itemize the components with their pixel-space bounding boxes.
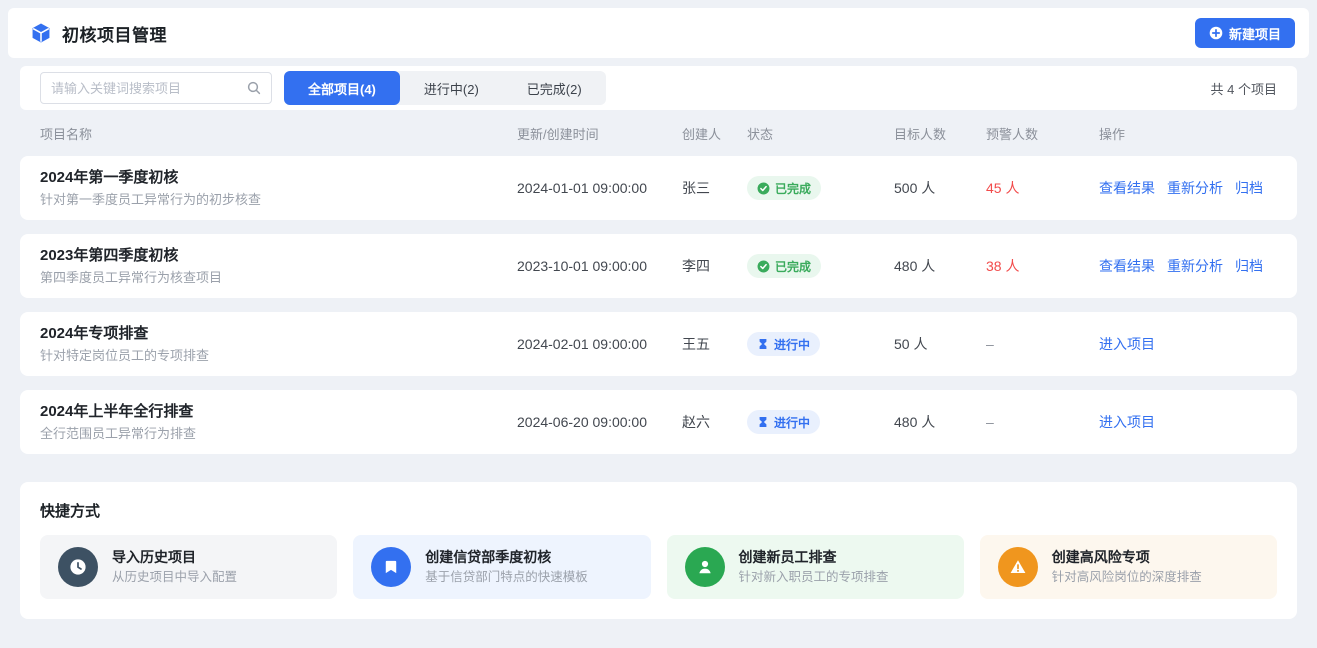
table-row: 2023年第四季度初核 第四季度员工异常行为核查项目 2023-10-01 09… bbox=[20, 234, 1297, 298]
table-row: 2024年第一季度初核 针对第一季度员工异常行为的初步核查 2024-01-01… bbox=[20, 156, 1297, 220]
target-count: 50 人 bbox=[894, 334, 986, 354]
tab-completed[interactable]: 已完成(2) bbox=[503, 71, 606, 105]
status-badge: 进行中 bbox=[747, 410, 820, 434]
col-header-actions: 操作 bbox=[1099, 124, 1277, 143]
page-header: 初核项目管理 新建项目 bbox=[8, 8, 1309, 58]
search-icon[interactable] bbox=[247, 81, 261, 95]
reanalyze-link[interactable]: 重新分析 bbox=[1167, 256, 1223, 276]
shortcuts-title: 快捷方式 bbox=[40, 500, 1277, 521]
warning-count: – bbox=[986, 336, 1099, 352]
cube-logo-icon bbox=[30, 22, 52, 44]
new-project-button[interactable]: 新建项目 bbox=[1195, 18, 1295, 48]
shortcut-high-risk-special[interactable]: 创建高风险专项 针对高风险岗位的深度排查 bbox=[980, 535, 1277, 599]
project-creator: 张三 bbox=[682, 178, 747, 198]
project-desc: 针对特定岗位员工的专项排查 bbox=[40, 346, 517, 366]
plus-circle-icon bbox=[1209, 26, 1223, 40]
project-desc: 全行范围员工异常行为排查 bbox=[40, 424, 517, 444]
project-name: 2024年专项排查 bbox=[40, 323, 517, 346]
status-badge: 已完成 bbox=[747, 254, 821, 278]
table-row: 2024年专项排查 针对特定岗位员工的专项排查 2024-02-01 09:00… bbox=[20, 312, 1297, 376]
total-count: 共 4 个项目 bbox=[1211, 79, 1277, 98]
view-results-link[interactable]: 查看结果 bbox=[1099, 256, 1155, 276]
enter-project-link[interactable]: 进入项目 bbox=[1099, 334, 1155, 354]
shortcut-title: 创建信贷部季度初核 bbox=[425, 547, 588, 568]
shortcut-import-history[interactable]: 导入历史项目 从历史项目中导入配置 bbox=[40, 535, 337, 599]
col-header-time: 更新/创建时间 bbox=[517, 124, 682, 143]
shortcut-title: 创建新员工排查 bbox=[739, 547, 889, 568]
user-icon bbox=[685, 547, 725, 587]
check-circle-icon bbox=[757, 260, 770, 273]
table-header: 项目名称 更新/创建时间 创建人 状态 目标人数 预警人数 操作 bbox=[20, 110, 1297, 156]
enter-project-link[interactable]: 进入项目 bbox=[1099, 412, 1155, 432]
shortcut-desc: 从历史项目中导入配置 bbox=[112, 568, 237, 587]
archive-link[interactable]: 归档 bbox=[1235, 256, 1263, 276]
shortcut-desc: 针对高风险岗位的深度排查 bbox=[1052, 568, 1202, 587]
col-header-project-name: 项目名称 bbox=[40, 124, 517, 143]
search-input[interactable] bbox=[51, 81, 247, 96]
shortcut-new-employee-screening[interactable]: 创建新员工排查 针对新入职员工的专项排查 bbox=[667, 535, 964, 599]
tab-in-progress[interactable]: 进行中(2) bbox=[400, 71, 503, 105]
search-box bbox=[40, 72, 272, 104]
hourglass-icon bbox=[757, 416, 769, 428]
reanalyze-link[interactable]: 重新分析 bbox=[1167, 178, 1223, 198]
col-header-warning: 预警人数 bbox=[986, 124, 1099, 143]
project-time: 2024-02-01 09:00:00 bbox=[517, 336, 682, 352]
project-name: 2024年上半年全行排查 bbox=[40, 401, 517, 424]
shortcut-credit-dept-review[interactable]: 创建信贷部季度初核 基于信贷部门特点的快速模板 bbox=[353, 535, 650, 599]
warning-count: 45 人 bbox=[986, 178, 1099, 198]
project-creator: 王五 bbox=[682, 334, 747, 354]
bookmark-icon bbox=[371, 547, 411, 587]
col-header-creator: 创建人 bbox=[682, 124, 747, 143]
page-title: 初核项目管理 bbox=[62, 21, 167, 46]
project-filter-tabs: 全部项目(4) 进行中(2) 已完成(2) bbox=[284, 71, 606, 105]
project-desc: 第四季度员工异常行为核查项目 bbox=[40, 268, 517, 288]
warning-icon bbox=[998, 547, 1038, 587]
project-name: 2024年第一季度初核 bbox=[40, 167, 517, 190]
project-time: 2024-06-20 09:00:00 bbox=[517, 414, 682, 430]
shortcut-title: 创建高风险专项 bbox=[1052, 547, 1202, 568]
archive-link[interactable]: 归档 bbox=[1235, 178, 1263, 198]
target-count: 480 人 bbox=[894, 256, 986, 276]
shortcuts-section: 快捷方式 导入历史项目 从历史项目中导入配置 创建信贷部季度初核 bbox=[20, 482, 1297, 619]
target-count: 500 人 bbox=[894, 178, 986, 198]
target-count: 480 人 bbox=[894, 412, 986, 432]
project-creator: 赵六 bbox=[682, 412, 747, 432]
warning-count: – bbox=[986, 414, 1099, 430]
status-badge: 已完成 bbox=[747, 176, 821, 200]
check-circle-icon bbox=[757, 182, 770, 195]
col-header-target: 目标人数 bbox=[894, 124, 986, 143]
table-row: 2024年上半年全行排查 全行范围员工异常行为排查 2024-06-20 09:… bbox=[20, 390, 1297, 454]
project-time: 2023-10-01 09:00:00 bbox=[517, 258, 682, 274]
project-desc: 针对第一季度员工异常行为的初步核查 bbox=[40, 190, 517, 210]
col-header-status: 状态 bbox=[747, 124, 894, 143]
shortcut-title: 导入历史项目 bbox=[112, 547, 237, 568]
view-results-link[interactable]: 查看结果 bbox=[1099, 178, 1155, 198]
project-name: 2023年第四季度初核 bbox=[40, 245, 517, 268]
toolbar: 全部项目(4) 进行中(2) 已完成(2) 共 4 个项目 bbox=[20, 66, 1297, 110]
project-time: 2024-01-01 09:00:00 bbox=[517, 180, 682, 196]
tab-all-projects[interactable]: 全部项目(4) bbox=[284, 71, 400, 105]
status-badge: 进行中 bbox=[747, 332, 820, 356]
shortcut-desc: 针对新入职员工的专项排查 bbox=[739, 568, 889, 587]
hourglass-icon bbox=[757, 338, 769, 350]
history-clock-icon bbox=[58, 547, 98, 587]
project-creator: 李四 bbox=[682, 256, 747, 276]
warning-count: 38 人 bbox=[986, 256, 1099, 276]
shortcut-desc: 基于信贷部门特点的快速模板 bbox=[425, 568, 588, 587]
